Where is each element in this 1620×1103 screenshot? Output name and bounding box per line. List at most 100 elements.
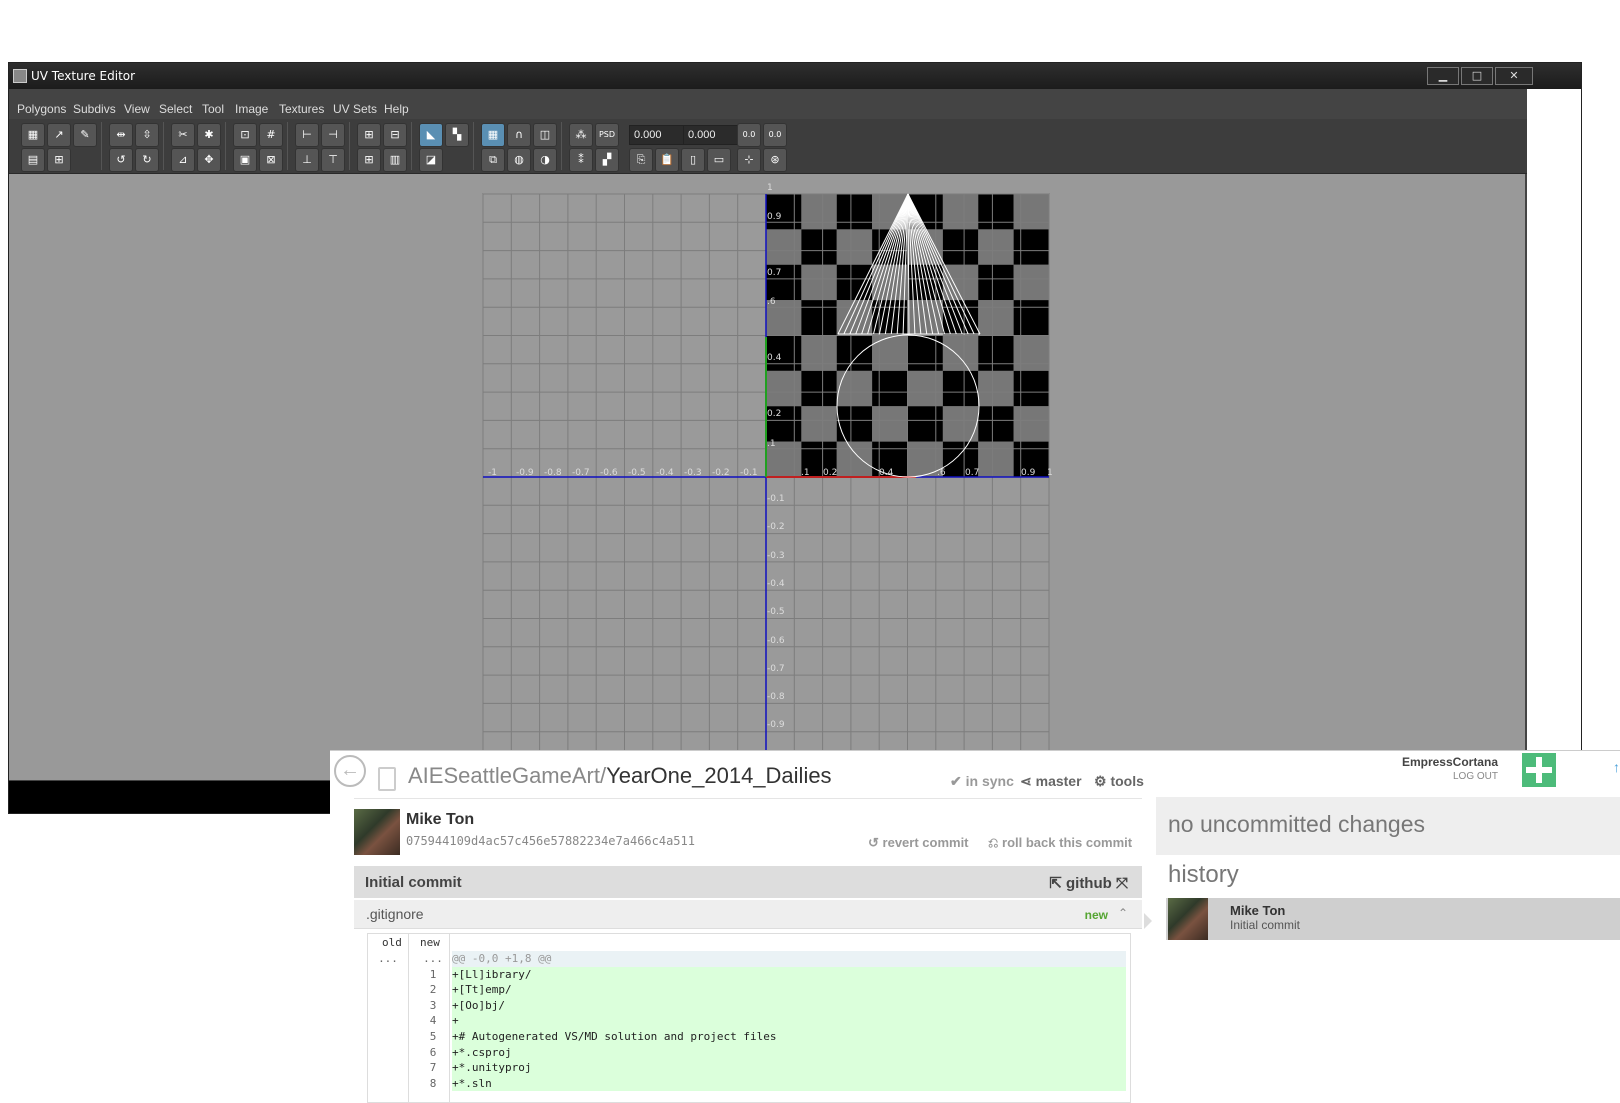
select-border-icon[interactable]: ⊞ bbox=[357, 148, 381, 172]
y-tick-label: 0.2 bbox=[767, 409, 781, 419]
chevron-up-icon[interactable]: ⌃ bbox=[1118, 906, 1128, 920]
flip-u-icon[interactable]: ⇹ bbox=[109, 123, 133, 147]
sew-uv-edges-icon[interactable]: ⊿ bbox=[171, 148, 195, 172]
x-tick-label: -0.2 bbox=[712, 468, 730, 478]
split-uvs-icon[interactable]: ✱ bbox=[197, 123, 221, 147]
avatar bbox=[354, 809, 400, 855]
psd-network-icon[interactable]: PSD bbox=[595, 123, 619, 147]
rotate-ccw-icon[interactable]: ↺ bbox=[109, 148, 133, 172]
uv-smudge-tool-icon[interactable]: ✎ bbox=[73, 123, 97, 147]
align-min-u-icon[interactable]: ⊢ bbox=[295, 123, 319, 147]
copy-uvs-icon[interactable]: ⎘ bbox=[629, 148, 653, 172]
new-line-number: 7 bbox=[429, 1061, 437, 1075]
checker-tile bbox=[942, 335, 979, 371]
uv-grid-canvas[interactable]: -1 -0.9 -0.8 -0.7 -0.6 -0.5 -0.4 -0.3 -0.2 -0.1 .1… bbox=[9, 174, 1525, 780]
diff-line: 2 +[Tt]emp/ bbox=[368, 982, 1130, 998]
update-psd-icon[interactable]: ⁑ bbox=[569, 148, 593, 172]
layout-uvs-icon[interactable]: ▣ bbox=[233, 148, 257, 172]
uv-move-tool-icon[interactable]: ↗ bbox=[47, 123, 71, 147]
menu-subdivs[interactable]: Subdivs bbox=[73, 102, 116, 116]
maximize-button[interactable]: □ bbox=[1461, 67, 1493, 85]
checker-tile bbox=[872, 406, 908, 442]
menu-image[interactable]: Image bbox=[235, 102, 268, 116]
snap-pixels-icon[interactable]: ∩ bbox=[507, 123, 531, 147]
paste-uvs-icon[interactable]: 📋 bbox=[655, 148, 679, 172]
shade-uvs-icon[interactable]: ◫ bbox=[533, 123, 557, 147]
menu-help[interactable]: Help bbox=[384, 102, 409, 116]
cut-uv-edges-icon[interactable]: ✂ bbox=[171, 123, 195, 147]
overlap-icon[interactable]: ⧉ bbox=[481, 148, 505, 172]
dim-image-icon[interactable]: ◪ bbox=[419, 148, 443, 172]
new-line-number: ... bbox=[423, 952, 443, 965]
menu-select[interactable]: Select bbox=[159, 102, 192, 116]
rotate-cw-icon[interactable]: ↻ bbox=[135, 148, 159, 172]
alpha-channel-icon[interactable]: ◑ bbox=[533, 148, 557, 172]
sync-status-label: in sync bbox=[965, 773, 1014, 789]
back-arrow-icon[interactable]: ← bbox=[334, 755, 366, 787]
uv-lattice-tool-icon[interactable]: ▦ bbox=[21, 123, 45, 147]
view-on-github-button[interactable]: ⇱ github ⤧ bbox=[1049, 874, 1128, 892]
uv-set-editor-icon[interactable]: ⊛ bbox=[763, 148, 787, 172]
menu-tool[interactable]: Tool bbox=[202, 102, 224, 116]
display-image-icon[interactable]: ◣ bbox=[419, 123, 443, 147]
v-value-field[interactable]: 0.000 bbox=[683, 125, 741, 145]
tools-menu[interactable]: ⚙ tools bbox=[1094, 773, 1144, 790]
select-shell-icon[interactable]: ⊟ bbox=[383, 123, 407, 147]
revert-commit-button[interactable]: ↺ revert commit bbox=[868, 835, 969, 851]
menu-polygons[interactable]: Polygons bbox=[17, 102, 66, 116]
rgb-channels-icon[interactable]: ◍ bbox=[507, 148, 531, 172]
checker-tile bbox=[942, 229, 979, 265]
toolbar-divider bbox=[473, 122, 474, 170]
uv-viewport[interactable]: -1 -0.9 -0.8 -0.7 -0.6 -0.5 -0.4 -0.3 -0.2 -0.1 .1… bbox=[9, 174, 1525, 780]
menu-textures[interactable]: Textures bbox=[279, 102, 324, 116]
history-item[interactable]: Mike Ton Initial commit bbox=[1166, 898, 1620, 940]
align-max-v-icon[interactable]: ⊤ bbox=[321, 148, 345, 172]
uv-transform-icon[interactable]: 0.0 bbox=[737, 123, 761, 147]
repo-name: YearOne_2014_Dailies bbox=[606, 763, 832, 788]
x-tick-label: 0.7 bbox=[965, 468, 979, 478]
normalize-icon[interactable]: ⊠ bbox=[259, 148, 283, 172]
select-shortest-icon[interactable]: ▥ bbox=[383, 148, 407, 172]
checker-icon[interactable]: ▚ bbox=[445, 123, 469, 147]
user-name[interactable]: EmpressCortana bbox=[1402, 755, 1498, 769]
menu-uv-sets[interactable]: UV Sets bbox=[333, 102, 377, 116]
checker-tile bbox=[1013, 335, 1049, 371]
history-message: Initial commit bbox=[1230, 918, 1301, 932]
move-sew-icon[interactable]: ✥ bbox=[197, 148, 221, 172]
minimize-button[interactable]: ▁ bbox=[1427, 67, 1459, 85]
sync-up-arrow-icon[interactable]: ↑ bbox=[1613, 759, 1620, 775]
unfold-icon[interactable]: ⊡ bbox=[233, 123, 257, 147]
paste-v-icon[interactable]: ▭ bbox=[707, 148, 731, 172]
window-title: UV Texture Editor bbox=[31, 69, 136, 83]
cycle-uvs-icon[interactable]: ⊹ bbox=[737, 148, 761, 172]
github-logo-icon[interactable] bbox=[1522, 753, 1556, 787]
sync-status[interactable]: ✔ in sync bbox=[950, 773, 1014, 790]
close-button[interactable]: ✕ bbox=[1495, 67, 1533, 85]
uv-layout-tool-icon[interactable]: ⊞ bbox=[47, 148, 71, 172]
toggle-grid-icon[interactable]: ▦ bbox=[481, 123, 505, 147]
u-value-field[interactable]: 0.000 bbox=[629, 125, 687, 145]
toolbar-divider bbox=[411, 122, 412, 170]
checker-tiles-icon[interactable]: ▞ bbox=[595, 148, 619, 172]
paste-u-icon[interactable]: ▯ bbox=[681, 148, 705, 172]
uv-grid-tool-icon[interactable]: ▤ bbox=[21, 148, 45, 172]
grid-snap-icon[interactable]: ⊞ bbox=[357, 123, 381, 147]
image-range-icon[interactable]: ⁂ bbox=[569, 123, 593, 147]
x-tick-label: 0.4 bbox=[879, 468, 894, 478]
relax-icon[interactable]: # bbox=[259, 123, 283, 147]
checker-tile bbox=[978, 300, 1014, 336]
menu-view[interactable]: View bbox=[124, 102, 150, 116]
header-divider bbox=[354, 798, 1142, 799]
window-titlebar[interactable]: UV Texture Editor ▁ □ ✕ bbox=[9, 63, 1581, 89]
rollback-commit-button[interactable]: ⎌ roll back this commit bbox=[988, 835, 1132, 851]
flip-v-icon[interactable]: ⇳ bbox=[135, 123, 159, 147]
align-max-u-icon[interactable]: ⊣ bbox=[321, 123, 345, 147]
repo-title[interactable]: AIESeattleGameArt/YearOne_2014_Dailies bbox=[408, 763, 832, 789]
branch-selector[interactable]: ⋖ master bbox=[1020, 773, 1082, 790]
logout-link[interactable]: LOG OUT bbox=[1453, 771, 1498, 782]
y-tick-label: 0.4 bbox=[767, 353, 782, 363]
uv-transform-relative-icon[interactable]: 0.0 bbox=[763, 123, 787, 147]
align-min-v-icon[interactable]: ⊥ bbox=[295, 148, 319, 172]
file-header[interactable]: .gitignore new ⌃ bbox=[354, 900, 1142, 929]
branch-icon: ⋖ bbox=[1020, 773, 1032, 789]
